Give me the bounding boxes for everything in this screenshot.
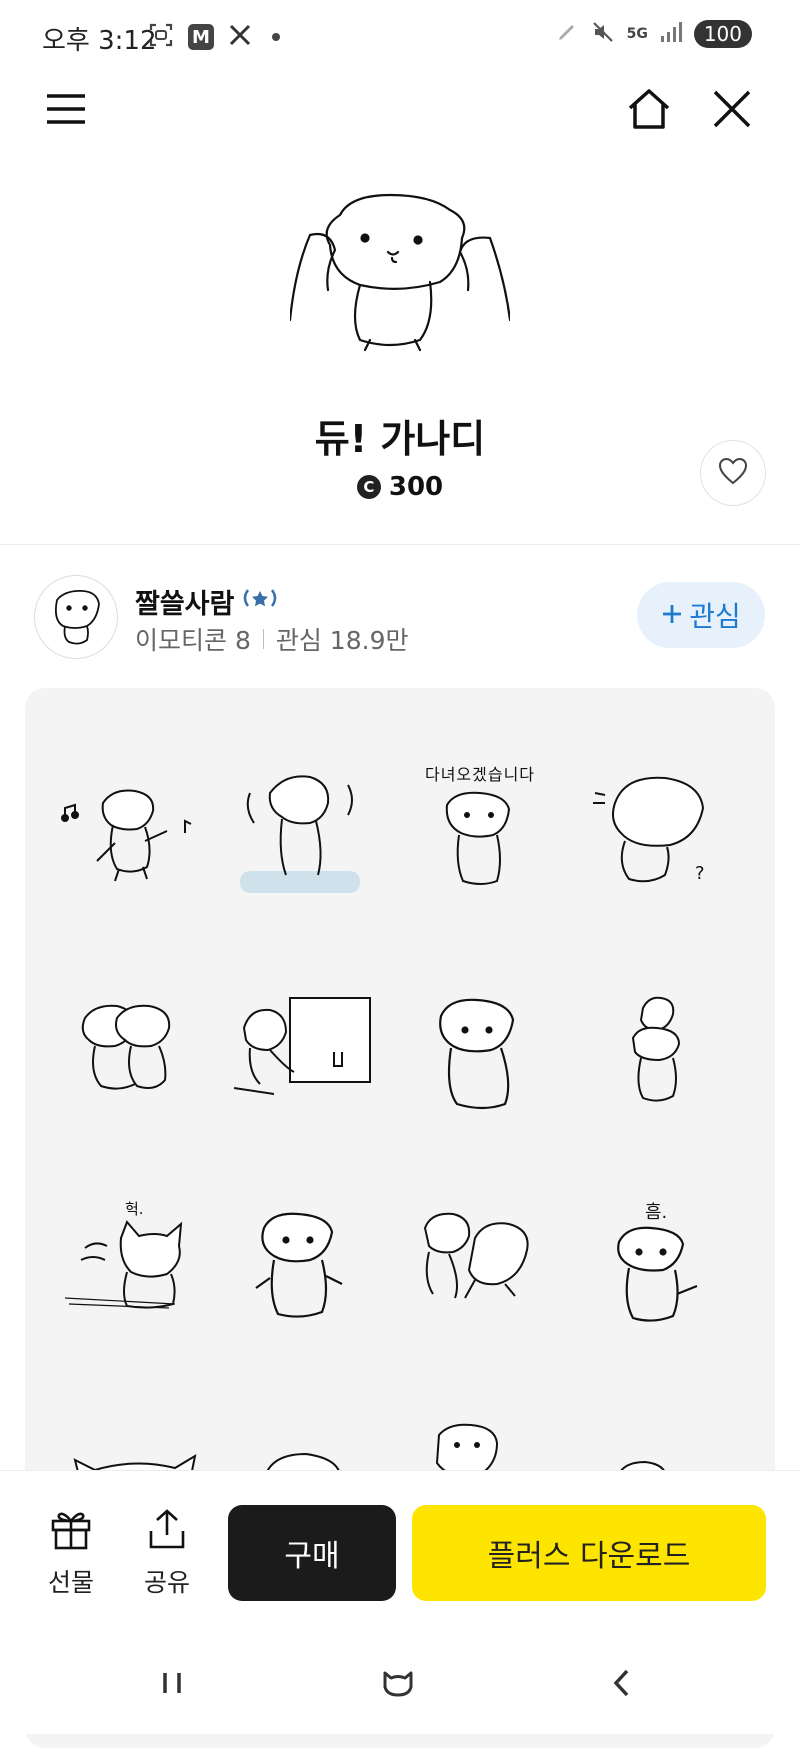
author-name[interactable]: 짤쓸사람	[135, 582, 280, 621]
badge-icon	[240, 586, 280, 617]
emoticon-title: 듀! 가나디	[314, 417, 486, 461]
m-app-icon: M	[188, 24, 214, 50]
sticker-item[interactable]	[55, 988, 205, 1138]
menu-button[interactable]	[41, 86, 91, 136]
gift-icon	[49, 1512, 93, 1555]
recent-apps-icon	[159, 1670, 185, 1700]
sticker-item[interactable]	[405, 1198, 555, 1348]
sticker-item[interactable]	[585, 988, 735, 1138]
status-icons-right: 5G 100	[555, 20, 752, 48]
sticker-caption: ?	[695, 863, 705, 884]
signal-icon	[660, 21, 682, 47]
sticker-item[interactable]	[230, 1198, 380, 1348]
x-app-icon	[228, 23, 252, 51]
sticker-item[interactable]: 흠.	[585, 1198, 735, 1348]
heart-icon	[718, 457, 748, 489]
author-meta: 이모티콘 8 관심 18.9만	[135, 621, 408, 657]
sticker-item[interactable]	[55, 763, 205, 913]
status-bar: 오후 3:12 M 5G 100	[0, 0, 800, 74]
sticker-item[interactable]: 다녀오겠습니다	[405, 763, 555, 913]
author-name-text: 짤쓸사람	[135, 589, 235, 620]
status-time: 오후 3:12	[42, 26, 157, 56]
sticker-caption: 흠.	[645, 1202, 668, 1223]
share-label: 공유	[143, 1568, 190, 1597]
plus-icon	[661, 599, 683, 632]
author-avatar[interactable]	[34, 575, 118, 659]
notification-dot-icon	[272, 33, 280, 41]
sticker-caption: 다녀오겠습니다	[424, 765, 536, 784]
buy-button[interactable]: 구매	[228, 1505, 396, 1601]
system-nav-bar	[0, 1635, 800, 1734]
close-button[interactable]	[707, 86, 757, 136]
close-icon	[712, 89, 752, 133]
mute-icon	[591, 20, 615, 48]
sticker-caption: 헉.	[125, 1200, 144, 1218]
sticker-item[interactable]: 헉.	[55, 1198, 205, 1348]
home-cat-icon	[381, 1669, 415, 1701]
home-button[interactable]	[624, 86, 674, 136]
home-system-button[interactable]	[368, 1663, 428, 1707]
pen-icon	[555, 20, 579, 48]
sticker-item[interactable]: ?	[585, 763, 735, 913]
section-divider	[0, 544, 800, 545]
follow-button[interactable]: 관심	[637, 582, 765, 648]
gift-button[interactable]: 선물	[36, 1507, 106, 1599]
emoticon-cover-image	[288, 190, 512, 370]
follower-count: 관심 18.9만	[275, 626, 409, 655]
menu-icon	[45, 92, 87, 130]
sticker-item[interactable]	[405, 988, 555, 1138]
top-nav	[0, 74, 800, 144]
share-button[interactable]: 공유	[132, 1507, 202, 1599]
status-icons-left: M	[148, 22, 280, 52]
gift-label: 선물	[47, 1568, 94, 1597]
follow-label: 관심	[689, 600, 741, 633]
sticker-item[interactable]	[230, 763, 380, 913]
recent-apps-button[interactable]	[142, 1663, 202, 1707]
like-button[interactable]	[700, 440, 766, 506]
plus-download-button[interactable]: 플러스 다운로드	[412, 1505, 766, 1601]
battery-indicator: 100	[693, 20, 752, 48]
screenshot-icon	[148, 22, 174, 52]
bottom-action-bar: 선물 공유 구매 플러스 다운로드	[0, 1470, 800, 1636]
network-5g-icon: 5G	[626, 26, 648, 42]
share-icon	[145, 1509, 189, 1555]
meta-separator	[262, 629, 264, 649]
coin-icon: C	[356, 475, 381, 499]
back-icon	[611, 1668, 633, 1702]
price: C 300	[0, 472, 800, 502]
price-value: 300	[388, 472, 444, 502]
home-icon	[627, 88, 671, 134]
emoticon-count: 이모티콘 8	[135, 626, 251, 655]
back-button[interactable]	[592, 1663, 652, 1707]
sticker-item[interactable]	[230, 988, 380, 1138]
